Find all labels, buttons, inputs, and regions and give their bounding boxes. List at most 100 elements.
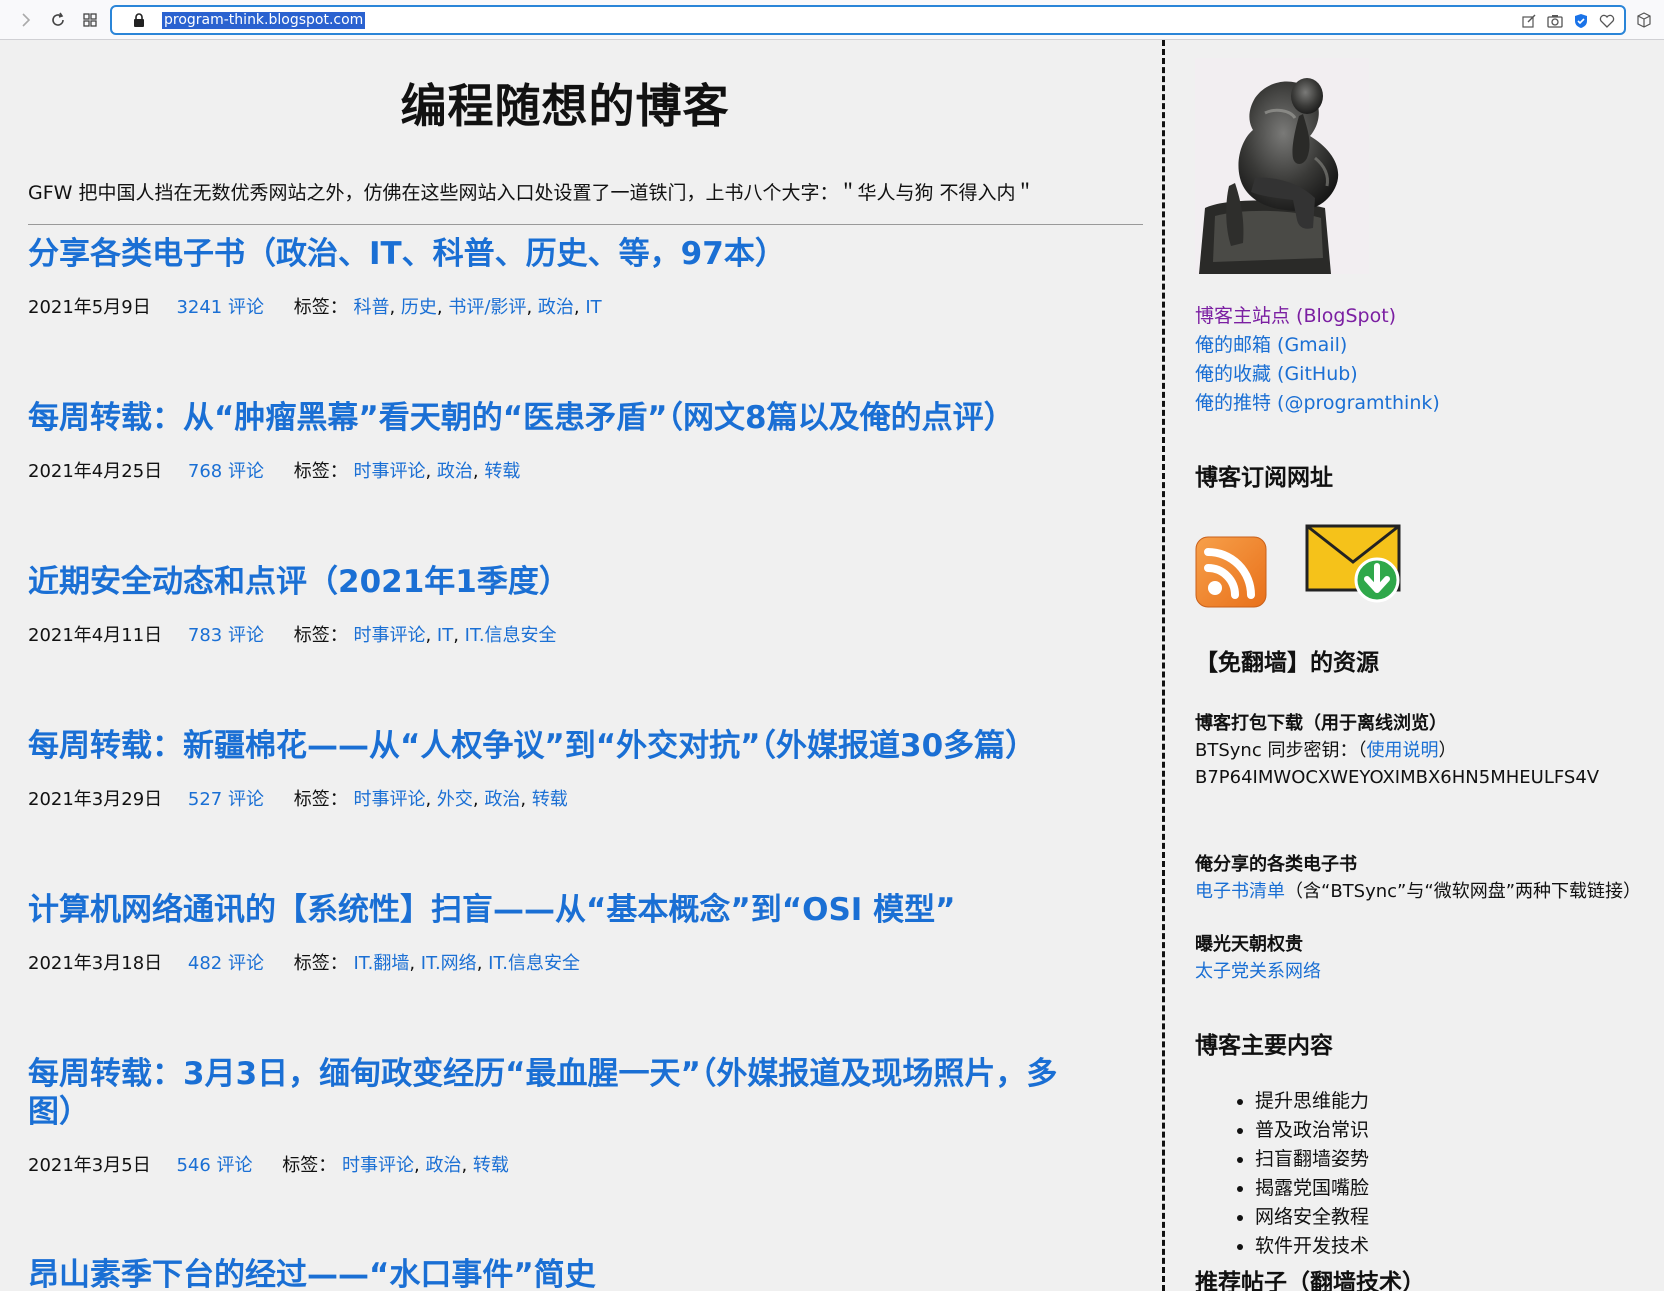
url-text[interactable]: program-think.blogspot.com <box>162 12 366 29</box>
post-title-link[interactable]: 每周转载：从“肿瘤黑幕”看天朝的“医患矛盾”（网文8篇以及俺的点评） <box>28 399 1128 437</box>
post-tag-link[interactable]: IT <box>585 297 601 318</box>
blogspot-site-link[interactable]: 博客主站点 (BlogSpot) <box>1195 302 1440 331</box>
post-title-link[interactable]: 计算机网络通讯的【系统性】扫盲——从“基本概念”到“OSI 模型” <box>28 891 1128 929</box>
post-date: 2021年4月11日 <box>28 625 163 646</box>
labels-prefix: 标签： <box>293 953 348 974</box>
post-comments-link[interactable]: 482 评论 <box>188 953 264 974</box>
post-tag-link[interactable]: 时事评论 <box>353 625 425 646</box>
ebooks-note: （含“BTSync”与“微软网盘”两种下载链接） <box>1285 881 1642 902</box>
post-comments-link[interactable]: 527 评论 <box>188 789 264 810</box>
list-item: 网络安全教程 <box>1255 1203 1369 1232</box>
labels-prefix: 标签： <box>282 1155 337 1176</box>
post-title-link[interactable]: 每周转载：新疆棉花——从“人权争议”到“外交对抗”（外媒报道30多篇） <box>28 727 1128 765</box>
main-content-list: 提升思维能力 普及政治常识 扫盲翻墙姿势 揭露党国嘴脸 网络安全教程 软件开发技… <box>1195 1087 1369 1261</box>
address-bar[interactable]: program-think.blogspot.com <box>110 5 1626 35</box>
post-item: 每周转载：从“肿瘤黑幕”看天朝的“医患矛盾”（网文8篇以及俺的点评） 2021年… <box>28 399 1128 483</box>
column-divider <box>1162 40 1165 1291</box>
post-comments-link[interactable]: 3241 评论 <box>176 297 264 318</box>
post-tag-link[interactable]: 历史 <box>401 297 437 318</box>
btsync-key: B7P64IMWOCXWEYOXIMBX6HN5MHEULFS4V <box>1195 767 1600 788</box>
post-comments-link[interactable]: 546 评论 <box>176 1155 252 1176</box>
post-tag-link[interactable]: IT.信息安全 <box>465 625 557 646</box>
post-tag-link[interactable]: IT.网络 <box>421 953 477 974</box>
rss-feed-icon[interactable] <box>1195 536 1267 612</box>
post-tag-link[interactable]: IT <box>437 625 453 646</box>
post-item: 分享各类电子书（政治、IT、科普、历史、等，97本） 2021年5月9日 324… <box>28 235 1128 319</box>
post-meta: 2021年3月29日 527 评论 标签： 时事评论, 外交, 政治, 转载 <box>28 789 568 810</box>
post-tag-link[interactable]: 转载 <box>484 461 520 482</box>
forward-icon[interactable] <box>14 8 38 32</box>
shield-icon[interactable] <box>1572 12 1590 30</box>
post-date: 2021年4月25日 <box>28 461 163 482</box>
labels-prefix: 标签： <box>293 297 348 318</box>
post-tag-link[interactable]: 政治 <box>425 1155 461 1176</box>
post-item: 近期安全动态和点评（2021年1季度） 2021年4月11日 783 评论 标签… <box>28 563 1128 647</box>
post-tag-link[interactable]: IT.翻墙 <box>353 953 409 974</box>
ebooks-block: 俺分享的各类电子书 电子书清单（含“BTSync”与“微软网盘”两种下载链接） <box>1195 851 1641 905</box>
post-tag-link[interactable]: 转载 <box>473 1155 509 1176</box>
list-item: 普及政治常识 <box>1255 1116 1369 1145</box>
post-tag-link[interactable]: 书评/影评 <box>448 297 526 318</box>
post-item: 每周转载：3月3日，缅甸政变经历“最血腥一天”（外媒报道及现场照片，多图） 20… <box>28 1055 1078 1177</box>
lock-icon[interactable] <box>132 13 146 32</box>
post-tag-link[interactable]: 外交 <box>437 789 473 810</box>
post-meta: 2021年4月25日 768 评论 标签： 时事评论, 政治, 转载 <box>28 461 521 482</box>
list-item: 提升思维能力 <box>1255 1087 1369 1116</box>
extensions-grid-icon[interactable] <box>78 8 102 32</box>
btsync-help-link[interactable]: 使用说明 <box>1366 740 1438 761</box>
screenshot-icon[interactable] <box>1546 12 1564 30</box>
princeling-network-link[interactable]: 太子党关系网络 <box>1195 961 1321 982</box>
post-date: 2021年3月18日 <box>28 953 163 974</box>
github-link[interactable]: 俺的收藏 (GitHub) <box>1195 360 1440 389</box>
post-date: 2021年5月9日 <box>28 297 151 318</box>
post-meta: 2021年5月9日 3241 评论 标签： 科普, 历史, 书评/影评, 政治,… <box>28 297 602 318</box>
post-title-link[interactable]: 昂山素季下台的经过——“水口事件”简史 <box>28 1256 1128 1291</box>
post-comments-link[interactable]: 768 评论 <box>188 461 264 482</box>
blog-title[interactable]: 编程随想的博客 <box>0 70 1130 136</box>
main-column: 编程随想的博客 GFW 把中国人挡在无数优秀网站之外，仿佛在这些网站入口处设置了… <box>0 40 1162 1291</box>
browser-toolbar: program-think.blogspot.com <box>0 0 1664 40</box>
post-tag-link[interactable]: 时事评论 <box>353 789 425 810</box>
post-tag-link[interactable]: 时事评论 <box>353 461 425 482</box>
heart-icon[interactable] <box>1598 12 1616 30</box>
post-tag-link[interactable]: IT.信息安全 <box>488 953 580 974</box>
sidebar: 博客主站点 (BlogSpot) 俺的邮箱 (Gmail) 俺的收藏 (GitH… <box>1195 40 1664 1291</box>
post-item: 计算机网络通讯的【系统性】扫盲——从“基本概念”到“OSI 模型” 2021年3… <box>28 891 1128 975</box>
profile-links: 博客主站点 (BlogSpot) 俺的邮箱 (Gmail) 俺的收藏 (GitH… <box>1195 302 1440 418</box>
reload-icon[interactable] <box>46 8 70 32</box>
post-comments-link[interactable]: 783 评论 <box>188 625 264 646</box>
download-heading: 博客打包下载（用于离线浏览） <box>1195 713 1447 734</box>
email-subscribe-icon[interactable] <box>1305 524 1403 608</box>
labels-prefix: 标签： <box>293 789 348 810</box>
btsync-prefix: BTSync 同步密钥：（ <box>1195 740 1367 761</box>
twitter-link[interactable]: 俺的推特 (@programthink) <box>1195 389 1440 418</box>
labels-prefix: 标签： <box>293 625 348 646</box>
post-title-link[interactable]: 分享各类电子书（政治、IT、科普、历史、等，97本） <box>28 235 1128 273</box>
post-date: 2021年3月5日 <box>28 1155 151 1176</box>
gmail-link[interactable]: 俺的邮箱 (Gmail) <box>1195 331 1440 360</box>
ebook-list-link[interactable]: 电子书清单 <box>1195 881 1285 902</box>
post-tag-link[interactable]: 科普 <box>353 297 389 318</box>
download-block: 博客打包下载（用于离线浏览） BTSync 同步密钥：（使用说明） B7P64I… <box>1195 710 1599 791</box>
post-title-link[interactable]: 近期安全动态和点评（2021年1季度） <box>28 563 1128 601</box>
labels-prefix: 标签： <box>293 461 348 482</box>
post-tag-link[interactable]: 时事评论 <box>342 1155 414 1176</box>
post-tag-link[interactable]: 政治 <box>538 297 574 318</box>
list-item: 揭露党国嘴脸 <box>1255 1174 1369 1203</box>
thinker-statue-image <box>1195 58 1369 274</box>
main-content-heading: 博客主要内容 <box>1195 1033 1333 1059</box>
edit-icon[interactable] <box>1520 12 1538 30</box>
post-date: 2021年3月29日 <box>28 789 163 810</box>
post-tag-link[interactable]: 政治 <box>484 789 520 810</box>
recommended-heading: 推荐帖子（翻墙技术） <box>1195 1270 1425 1291</box>
list-item: 软件开发技术 <box>1255 1232 1369 1261</box>
post-tag-link[interactable]: 转载 <box>532 789 568 810</box>
post-title-link[interactable]: 每周转载：3月3日，缅甸政变经历“最血腥一天”（外媒报道及现场照片，多图） <box>28 1055 1078 1131</box>
btsync-suffix: ） <box>1438 740 1457 761</box>
subscribe-heading: 博客订阅网址 <box>1195 465 1333 491</box>
expose-heading: 曝光天朝权贵 <box>1195 934 1303 955</box>
post-item: 每周转载：新疆棉花——从“人权争议”到“外交对抗”（外媒报道30多篇） 2021… <box>28 727 1128 811</box>
expose-block: 曝光天朝权贵 太子党关系网络 <box>1195 931 1321 985</box>
post-tag-link[interactable]: 政治 <box>437 461 473 482</box>
extension-cube-icon[interactable] <box>1632 8 1656 32</box>
